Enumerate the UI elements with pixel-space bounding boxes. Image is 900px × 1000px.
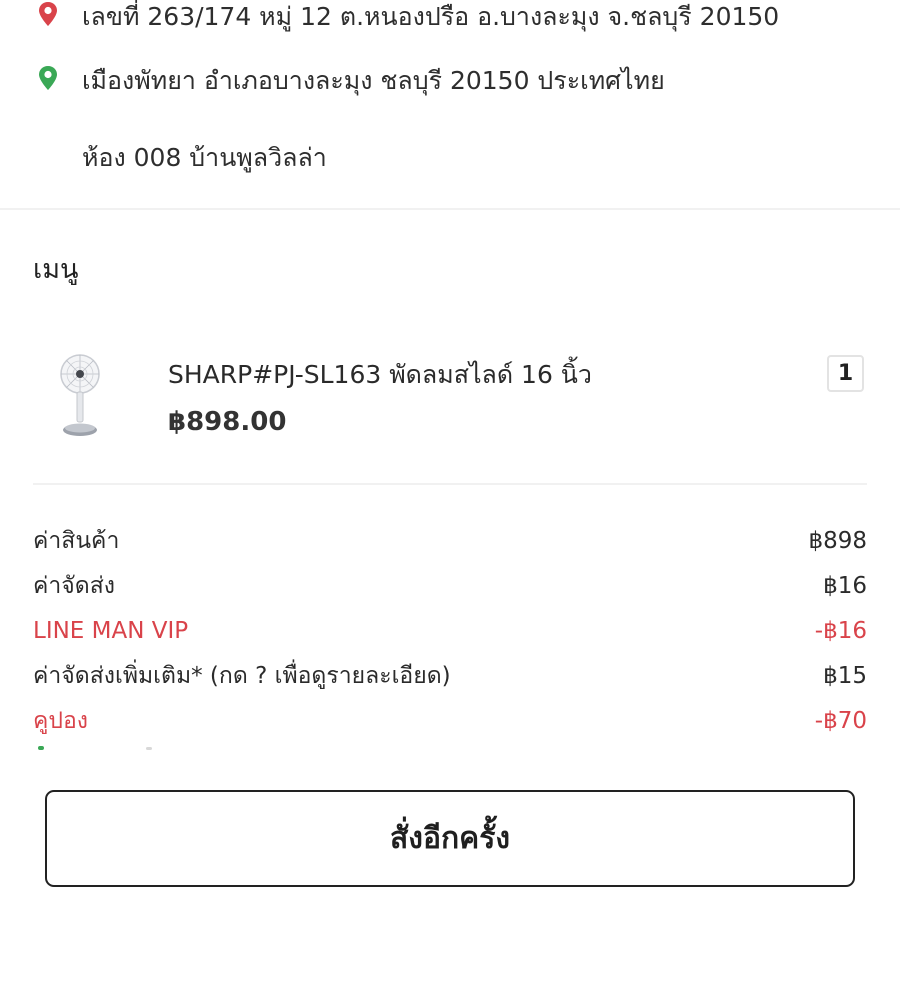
summary-value: -฿70 bbox=[814, 708, 867, 734]
summary-row-line-man-vip: LINE MAN VIP -฿16 bbox=[33, 614, 867, 648]
quantity-badge: 1 bbox=[827, 355, 864, 392]
address-note: ห้อง 008 บ้านพูลวิลล่า bbox=[0, 141, 900, 181]
address-text: เลขที่ 263/174 หมู่ 12 ต.หนองปรือ อ.บางล… bbox=[82, 2, 780, 31]
green-location-pin-icon bbox=[39, 66, 57, 90]
summary-row-coupon: คูปอง -฿70 bbox=[33, 704, 867, 738]
address-line-2: เมืองพัทยา อำเภอบางละมุง ชลบุรี 20150 ปร… bbox=[0, 64, 900, 104]
summary-label: ค่าจัดส่ง bbox=[33, 573, 115, 599]
summary-value: ฿16 bbox=[823, 573, 867, 599]
summary-label: LINE MAN VIP bbox=[33, 618, 189, 644]
standing-fan-image bbox=[60, 354, 100, 436]
clipped-mark bbox=[146, 747, 152, 750]
summary-value: ฿898 bbox=[808, 528, 867, 554]
product-price: ฿898.00 bbox=[168, 407, 287, 437]
summary-row-subtotal: ค่าสินค้า ฿898 bbox=[33, 524, 867, 558]
summary-value: ฿15 bbox=[823, 663, 867, 689]
section-divider bbox=[0, 208, 900, 210]
reorder-button[interactable]: สั่งอีกครั้ง bbox=[45, 790, 855, 887]
address-note-text: ห้อง 008 บ้านพูลวิลล่า bbox=[82, 143, 327, 172]
address-line-1: เลขที่ 263/174 หมู่ 12 ต.หนองปรือ อ.บางล… bbox=[0, 0, 900, 40]
red-location-pin-icon bbox=[39, 2, 57, 26]
summary-row-extra-delivery-fee[interactable]: ค่าจัดส่งเพิ่มเติม* (กด ? เพื่อดูรายละเอ… bbox=[33, 659, 867, 693]
clipped-content-edge bbox=[0, 740, 900, 760]
menu-section-title: เมนู bbox=[33, 254, 79, 285]
summary-label: ค่าสินค้า bbox=[33, 528, 120, 554]
summary-label[interactable]: ค่าจัดส่งเพิ่มเติม* (กด ? เพื่อดูรายละเอ… bbox=[33, 659, 451, 693]
summary-label: คูปอง bbox=[33, 708, 89, 734]
summary-value: -฿16 bbox=[814, 618, 867, 644]
product-name: SHARP#PJ-SL163 พัดลมสไลด์ 16 นิ้ว bbox=[168, 360, 592, 389]
address-text: เมืองพัทยา อำเภอบางละมุง ชลบุรี 20150 ปร… bbox=[82, 66, 665, 95]
summary-divider bbox=[33, 483, 867, 485]
clipped-mark bbox=[38, 746, 44, 750]
summary-row-delivery-fee: ค่าจัดส่ง ฿16 bbox=[33, 569, 867, 603]
